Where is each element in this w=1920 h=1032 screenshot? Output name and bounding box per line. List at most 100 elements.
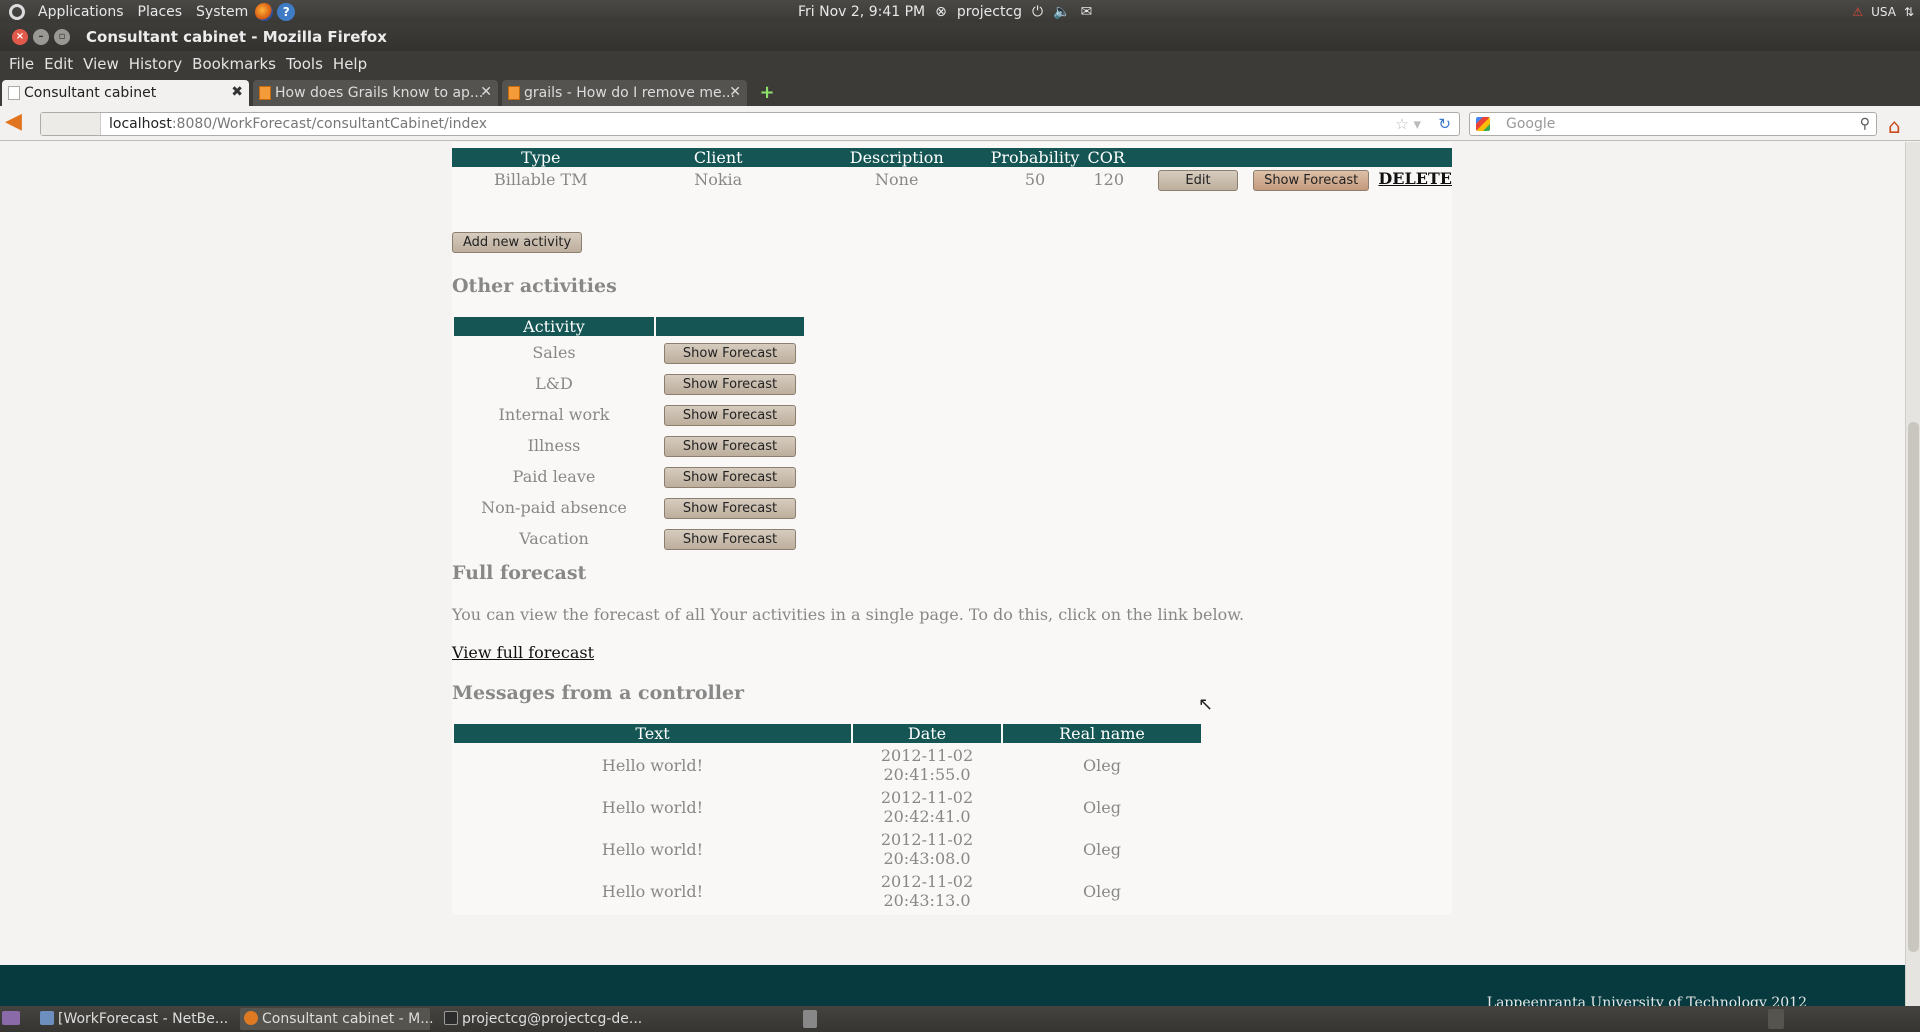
message-date: 2012-11-02 20:43:13.0 (853, 871, 1001, 911)
taskbar-netbeans[interactable]: [WorkForecast - NetBe... (36, 1008, 232, 1030)
user-status-icon[interactable]: ⊗ (935, 4, 947, 20)
view-full-forecast-link[interactable]: View full forecast (452, 643, 594, 662)
trash-icon[interactable] (803, 1010, 817, 1028)
tab-grails-remove[interactable]: grails - How do I remove me... ✕ (502, 80, 747, 106)
window-minimize-icon[interactable]: – (33, 29, 49, 45)
page-favicon-icon (8, 86, 20, 100)
cell-actions: Edit Show Forecast DELETE (1156, 167, 1452, 192)
message-date-time: 20:41:55.0 (883, 765, 971, 784)
menubar: File Edit View History Bookmarks Tools H… (0, 51, 1920, 77)
bookmark-star-icon[interactable]: ☆ ▾ (1395, 115, 1421, 133)
footer-text: Lappeenranta University of Technology 20… (1486, 995, 1807, 1006)
netbeans-icon (40, 1011, 54, 1025)
message-date-day: 2012-11-02 (880, 830, 974, 849)
firefox-launcher-icon[interactable] (255, 2, 274, 21)
search-bar[interactable]: Google ⚲ (1469, 112, 1877, 136)
home-icon[interactable]: ⌂ (1888, 114, 1901, 138)
site-identity-icon[interactable] (41, 113, 101, 135)
terminal-icon (444, 1011, 458, 1025)
list-item: L&D Show Forecast (454, 369, 804, 398)
col-real-name: Real name (1003, 724, 1201, 743)
col-actions (1155, 148, 1452, 167)
other-header-row: Activity (454, 317, 804, 336)
full-forecast-heading: Full forecast (452, 562, 587, 584)
edit-button[interactable]: Edit (1157, 169, 1238, 191)
cell-type: Billable TM (493, 170, 588, 189)
menu-edit[interactable]: Edit (39, 55, 78, 73)
activities-table: Type Client Description Probability COR … (452, 148, 1452, 192)
scrollbar-thumb[interactable] (1908, 422, 1919, 952)
reload-icon[interactable]: ↻ (1438, 115, 1451, 133)
power-icon[interactable]: ⏻ (1032, 4, 1043, 20)
user-name[interactable]: projectcg (957, 4, 1022, 20)
volume-icon[interactable]: 🔈 (1053, 4, 1070, 20)
search-icon[interactable]: ⚲ (1860, 116, 1870, 132)
col-text: Text (454, 724, 851, 743)
show-forecast-button[interactable]: Show Forecast (664, 404, 796, 426)
url-text[interactable]: localhost:8080/WorkForecast/consultantCa… (101, 116, 487, 132)
vertical-scrollbar[interactable] (1905, 142, 1920, 1006)
col-forecast (656, 317, 804, 336)
help-icon[interactable]: ? (277, 2, 296, 21)
clock[interactable]: Fri Nov 2, 9:41 PM (798, 4, 925, 20)
messages-header-row: Text Date Real name (454, 724, 1201, 743)
new-tab-plus-icon[interactable]: + (757, 84, 777, 102)
url-bar[interactable]: localhost:8080/WorkForecast/consultantCa… (40, 112, 1460, 136)
stackoverflow-favicon-icon (259, 86, 271, 100)
menu-file[interactable]: File (4, 55, 39, 73)
keyboard-layout[interactable]: USA (1871, 5, 1896, 19)
list-item: Non-paid absence Show Forecast (454, 493, 804, 522)
google-engine-icon[interactable] (1476, 117, 1490, 131)
message-date-time: 20:43:08.0 (883, 849, 971, 868)
page-viewport: Type Client Description Probability COR … (0, 142, 1905, 1006)
url-path: :8080/WorkForecast/consultantCabinet/ind… (171, 116, 488, 132)
activity-name: Illness (527, 436, 581, 455)
list-item: Sales Show Forecast (454, 338, 804, 367)
window-maximize-icon[interactable]: ▫ (54, 29, 70, 45)
window-close-icon[interactable]: × (12, 29, 28, 45)
show-desktop-icon[interactable] (2, 1011, 20, 1025)
tab-close-icon[interactable]: ✕ (480, 84, 492, 100)
mail-icon[interactable]: ✉ (1081, 4, 1093, 20)
show-forecast-button[interactable]: Show Forecast (664, 466, 796, 488)
message-real-name: Oleg (1083, 755, 1121, 775)
activity-name: L&D (535, 374, 573, 393)
show-forecast-button[interactable]: Show Forecast (664, 497, 796, 519)
cell-cor: 120 (1093, 170, 1124, 189)
message-date-day: 2012-11-02 (880, 746, 974, 765)
show-forecast-button[interactable]: Show Forecast (664, 528, 796, 550)
show-forecast-button[interactable]: Show Forecast (664, 373, 796, 395)
network-warning-icon[interactable]: ⚠ (1852, 5, 1863, 19)
taskbar-terminal[interactable]: projectcg@projectcg-de... (440, 1008, 642, 1030)
delete-link[interactable]: DELETE (1378, 169, 1452, 188)
ubuntu-logo-icon[interactable] (9, 3, 25, 20)
back-arrow-icon[interactable]: ◀ (5, 111, 31, 135)
places-menu[interactable]: Places (131, 4, 190, 20)
message-date: 2012-11-02 20:42:41.0 (853, 787, 1001, 827)
tab-close-icon[interactable]: ✕ (729, 84, 741, 100)
message-date: 2012-11-02 20:41:55.0 (853, 745, 1001, 785)
menu-view[interactable]: View (78, 55, 124, 73)
add-new-activity-button[interactable]: Add new activity (452, 232, 583, 253)
menu-history[interactable]: History (124, 55, 187, 73)
workspace-switcher-icon[interactable] (1768, 1009, 1784, 1029)
tab-close-icon[interactable]: ✖ (231, 84, 243, 100)
network-icon[interactable]: ⇅ (1904, 5, 1914, 19)
menu-tools[interactable]: Tools (281, 55, 328, 73)
system-menu[interactable]: System (189, 4, 255, 20)
message-date: 2012-11-02 20:43:08.0 (853, 829, 1001, 869)
tab-consultant-cabinet[interactable]: Consultant cabinet ✖ (2, 80, 249, 106)
menu-help[interactable]: Help (328, 55, 372, 73)
table-row: Hello world! 2012-11-02 20:42:41.0 Oleg (454, 787, 1201, 827)
taskbar-firefox[interactable]: Consultant cabinet - M... (240, 1008, 434, 1030)
applications-menu[interactable]: Applications (31, 4, 131, 20)
col-type: Type (452, 148, 630, 167)
menu-bookmarks[interactable]: Bookmarks (187, 55, 281, 73)
col-date: Date (853, 724, 1001, 743)
list-item: Illness Show Forecast (454, 431, 804, 460)
show-forecast-button[interactable]: Show Forecast (664, 342, 796, 364)
tab-grails-apply[interactable]: How does Grails know to ap... ✕ (253, 80, 498, 106)
show-forecast-button[interactable]: Show Forecast (1253, 169, 1370, 191)
message-real-name: Oleg (1083, 797, 1121, 817)
show-forecast-button[interactable]: Show Forecast (664, 435, 796, 457)
